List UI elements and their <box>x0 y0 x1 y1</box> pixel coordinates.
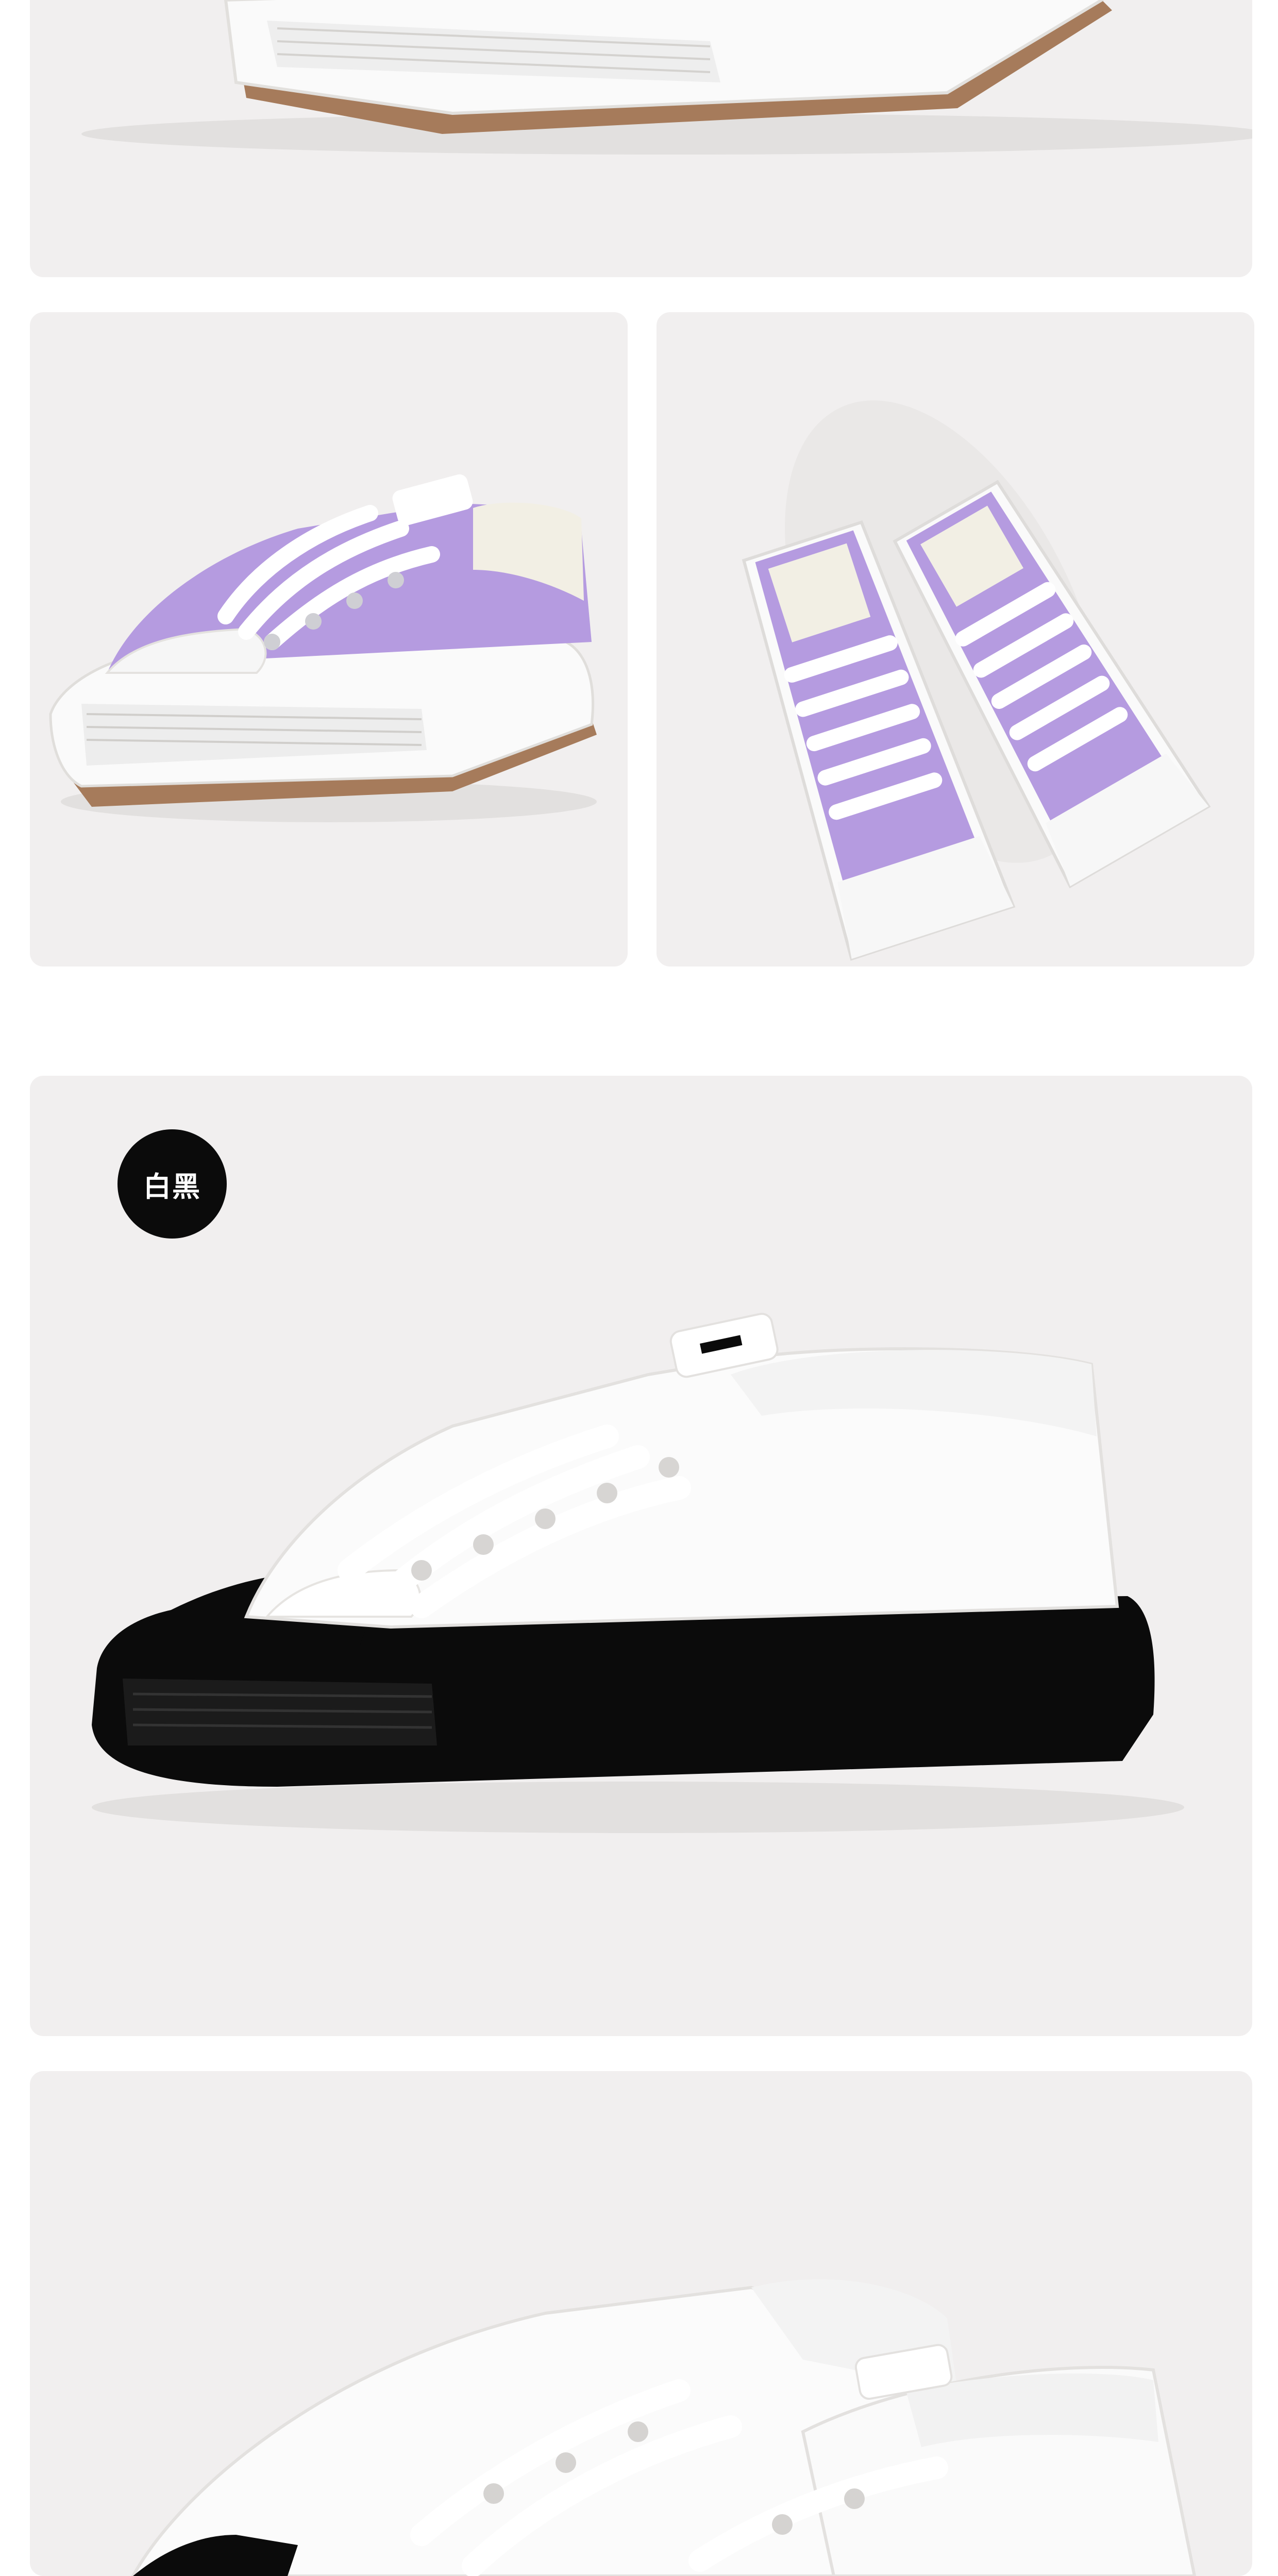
white-shoe-pair-card[interactable] <box>30 2071 1252 2576</box>
white-sneaker-pair-image <box>131 2279 1197 2576</box>
purple-sneaker-image <box>49 474 597 822</box>
top-shoe-card[interactable] <box>30 0 1252 277</box>
purple-shoe-pair-card[interactable] <box>657 312 1254 967</box>
purple-shoe-side-card[interactable] <box>30 312 628 967</box>
purple-sneaker-pair-image <box>742 400 1211 961</box>
color-variant-badge: 白黑 <box>117 1129 227 1239</box>
sneaker-sole-image <box>81 0 1252 155</box>
